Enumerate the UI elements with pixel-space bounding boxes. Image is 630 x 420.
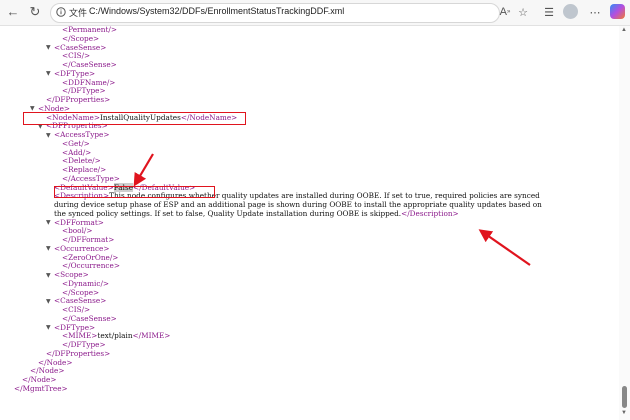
xml-line: <DFType> bbox=[54, 68, 96, 78]
collapse-toggle-icon[interactable]: ▼ bbox=[46, 44, 51, 51]
xml-line: <CaseSense> bbox=[54, 42, 107, 52]
xml-line: the synced policy settings. If set to fa… bbox=[54, 208, 459, 218]
collapse-toggle-icon[interactable]: ▼ bbox=[46, 70, 51, 77]
collapse-toggle-icon[interactable]: ▼ bbox=[46, 132, 51, 139]
collapse-toggle-icon[interactable]: ▼ bbox=[46, 298, 51, 305]
favorites-collection-icon[interactable]: ☰ bbox=[540, 3, 558, 21]
browser-toolbar: ← ↻ 文件 C:/Windows/System32/DDFs/Enrollme… bbox=[0, 0, 630, 26]
xml-line: <AccessType> bbox=[54, 130, 110, 139]
collapse-toggle-icon[interactable]: ▼ bbox=[46, 272, 51, 279]
xml-line: </DFFormat> bbox=[62, 235, 115, 244]
back-icon[interactable]: ← bbox=[4, 3, 22, 21]
xml-line: <Delete/> bbox=[62, 156, 101, 166]
collapse-toggle-icon[interactable]: ▼ bbox=[46, 245, 51, 252]
xml-line: <Add/> bbox=[62, 147, 92, 157]
xml-line: </Scope> bbox=[62, 33, 100, 43]
xml-line: <Replace/> bbox=[62, 165, 107, 174]
xml-line: </AccessType> bbox=[62, 173, 120, 183]
xml-line: <CaseSense> bbox=[54, 296, 107, 306]
xml-line: <MIME>text/plain</MIME> bbox=[62, 331, 171, 341]
xml-line: </CaseSense> bbox=[62, 60, 117, 69]
vertical-scrollbar[interactable]: ▲ ▼ bbox=[619, 26, 630, 420]
xml-line: </Node> bbox=[30, 366, 65, 376]
collapse-toggle-icon[interactable]: ▼ bbox=[46, 219, 51, 226]
xml-line: <DDFName/> bbox=[62, 77, 116, 87]
xml-line: </CaseSense> bbox=[62, 313, 117, 323]
xml-line: <CIS/> bbox=[62, 51, 91, 61]
favorite-star-icon[interactable]: ☆ bbox=[514, 3, 532, 21]
xml-line: </Occurrence> bbox=[62, 261, 120, 271]
xml-line: </Node> bbox=[22, 375, 57, 384]
xml-line: <ZeroOrOne/> bbox=[62, 252, 119, 262]
scrollbar-thumb[interactable] bbox=[622, 386, 627, 408]
xml-line: <Dynamic/> bbox=[62, 278, 110, 288]
xml-line: </DFProperties> bbox=[46, 348, 111, 358]
scroll-up-icon[interactable]: ▲ bbox=[621, 27, 627, 33]
xml-line: </DFType> bbox=[62, 86, 106, 96]
more-options-icon[interactable]: ⋯ bbox=[586, 3, 604, 21]
collapse-toggle-icon[interactable]: ▼ bbox=[46, 324, 51, 331]
xml-line: <DFType> bbox=[54, 322, 96, 332]
xml-line: <CIS/> bbox=[62, 305, 91, 314]
xml-line: <Occurrence> bbox=[54, 243, 110, 253]
xml-line: </DFType> bbox=[62, 340, 106, 349]
xml-line: </DFProperties> bbox=[46, 95, 111, 104]
file-label: 文件 bbox=[69, 8, 88, 18]
scroll-down-icon[interactable]: ▼ bbox=[621, 410, 627, 416]
xml-line: </Node> bbox=[38, 357, 73, 367]
xml-line: <bool/> bbox=[62, 226, 93, 236]
url-text[interactable]: C:/Windows/System32/DDFs/EnrollmentStatu… bbox=[89, 6, 344, 16]
xml-line: during device setup phase of ESP and an … bbox=[54, 200, 542, 209]
xml-viewer: <Permanent/> </Scope> <CaseSense> ▼ <CIS/> </… bbox=[0, 26, 618, 420]
nodename-highlight-box bbox=[23, 112, 246, 125]
xml-line: </MgmtTree> bbox=[14, 383, 68, 393]
file-info-icon[interactable] bbox=[56, 7, 66, 17]
profile-avatar[interactable] bbox=[563, 4, 578, 19]
xml-line: </Scope> bbox=[62, 287, 100, 297]
xml-line: <DFFormat> bbox=[54, 217, 104, 227]
xml-line: <Get/> bbox=[62, 138, 90, 148]
copilot-icon[interactable] bbox=[610, 4, 625, 19]
read-aloud-icon[interactable]: A» bbox=[496, 3, 514, 21]
refresh-icon[interactable]: ↻ bbox=[26, 3, 44, 21]
defaultvalue-highlight-box bbox=[54, 186, 215, 198]
xml-line: <Scope> bbox=[54, 270, 89, 279]
address-bar[interactable]: 文件 C:/Windows/System32/DDFs/EnrollmentSt… bbox=[50, 3, 500, 23]
